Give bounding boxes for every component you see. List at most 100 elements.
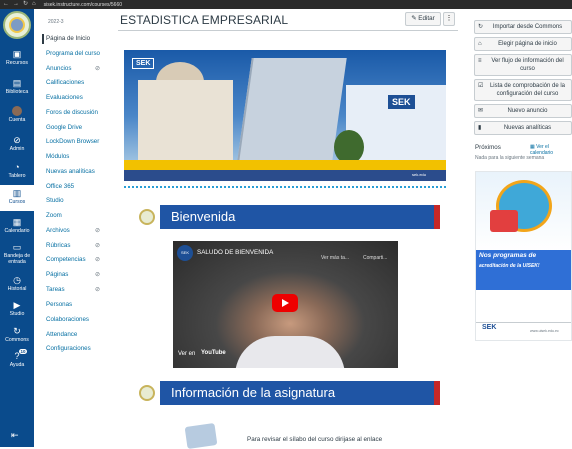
dashboard-icon: ◔	[14, 162, 20, 172]
course-stream-button[interactable]: ≡ Ver flujo de información del curso	[474, 54, 572, 76]
course-nav-collaborations[interactable]: Colaboraciones	[46, 315, 108, 325]
course-nav-analytics[interactable]: Nuevas analíticas	[46, 167, 108, 177]
courses-icon: ▥	[12, 188, 22, 198]
course-nav-rubrics[interactable]: Rúbricas ⊘	[46, 241, 108, 251]
welcome-video[interactable]: SEK SALUDO DE BIENVENIDA Ver más ta... C…	[173, 241, 398, 368]
button-label: Elegir página de inicio	[498, 41, 557, 47]
global-nav-label: Historial	[7, 286, 27, 292]
history-icon: ◷	[13, 275, 21, 285]
header-divider	[118, 30, 458, 31]
global-nav-label: Studio	[9, 311, 25, 317]
section-title: Bienvenida	[171, 209, 236, 224]
admin-icon: ⊘	[13, 135, 21, 145]
hidden-icon: ⊘	[94, 243, 100, 249]
global-nav-calendar[interactable]: ▦ Calendario	[0, 217, 34, 234]
new-announcement-button[interactable]: ✉ Nuevo anuncio	[474, 104, 572, 118]
course-nav-studio[interactable]: Studio	[46, 196, 108, 206]
hidden-icon: ⊘	[94, 257, 100, 263]
more-options-button[interactable]: ⋮	[443, 12, 455, 26]
global-nav-label: Admin	[9, 146, 25, 152]
channel-logo[interactable]: SEK	[177, 245, 193, 261]
global-nav-label: Biblioteca	[5, 89, 29, 95]
hidden-icon: ⊘	[94, 287, 100, 293]
course-nav-lockdown[interactable]: LockDown Browser	[46, 137, 108, 147]
youtube-logo[interactable]: YouTube	[201, 350, 226, 356]
course-nav-assignments[interactable]: Tareas ⊘	[46, 285, 108, 295]
collapse-nav-icon[interactable]: ⇤	[11, 430, 19, 441]
institution-logo[interactable]	[3, 11, 31, 39]
global-nav-inbox[interactable]: ▭ Bandeja de entrada	[0, 242, 34, 265]
calendar-icon: ▦	[12, 217, 22, 227]
button-label: Lista de comprobación de la configuració…	[489, 83, 566, 97]
global-nav-library[interactable]: ▤ Biblioteca	[0, 78, 34, 95]
watch-later-button[interactable]: Ver más ta...	[321, 255, 349, 261]
play-button-icon[interactable]	[272, 294, 298, 312]
course-nav-zoom[interactable]: Zoom	[46, 211, 108, 221]
global-nav-label: Recursos	[6, 60, 28, 66]
suitcase-icon	[490, 210, 518, 232]
commons-icon: ↻	[478, 24, 484, 30]
course-nav-discussions[interactable]: Foros de discusión	[46, 108, 108, 118]
course-nav-outcomes[interactable]: Competencias ⊘	[46, 255, 108, 265]
edit-button[interactable]: ✎ Editar	[405, 12, 441, 26]
course-navigation: 2022-3 Página de Inicio Programa del cur…	[40, 9, 110, 447]
course-nav-home[interactable]: Página de Inicio	[42, 34, 104, 44]
video-title[interactable]: SALUDO DE BIENVENIDA	[197, 249, 273, 256]
global-nav-commons[interactable]: ↻ Commons	[0, 326, 34, 343]
course-nav-files[interactable]: Archivos ⊘	[46, 226, 108, 236]
course-nav-attendance[interactable]: Attendance	[46, 330, 108, 340]
button-label: Importar desde Commons	[492, 24, 563, 30]
hidden-icon: ⊘	[94, 228, 100, 234]
global-nav-admin[interactable]: ⊘ Admin	[0, 135, 34, 152]
library-icon: ▤	[12, 78, 22, 88]
promo-brand: SEK	[482, 324, 497, 331]
global-nav-history[interactable]: ◷ Historial	[0, 275, 34, 292]
course-nav-pages[interactable]: Páginas ⊘	[46, 270, 108, 280]
course-nav-office365[interactable]: Office 365	[46, 182, 108, 192]
global-nav-label: Tablero	[8, 173, 26, 179]
global-nav-resources[interactable]: ▣ Recursos	[0, 49, 34, 66]
hidden-icon: ⊘	[94, 66, 100, 72]
home-icon[interactable]: ⌂	[32, 0, 36, 9]
reload-icon[interactable]: ↻	[23, 0, 28, 9]
course-nav-google-drive[interactable]: Google Drive	[46, 123, 108, 133]
edit-label: Editar	[418, 15, 435, 22]
course-nav-grades[interactable]: Calificaciones	[46, 78, 108, 88]
upcoming-heading: Próximos	[475, 144, 501, 151]
course-nav-settings[interactable]: Configuraciones	[46, 344, 108, 354]
course-nav-label: Páginas	[46, 271, 69, 278]
course-nav-modules[interactable]: Módulos	[46, 152, 108, 162]
global-nav-courses[interactable]: ▥ Cursos	[0, 185, 34, 211]
banner-logo: SEK	[132, 58, 155, 69]
forward-icon[interactable]: →	[13, 0, 19, 9]
course-nav-label: Archivos	[46, 227, 70, 234]
course-nav-announcements[interactable]: Anuncios ⊘	[46, 64, 108, 74]
share-button[interactable]: Comparti...	[363, 255, 387, 261]
course-nav-syllabus[interactable]: Programa del curso	[46, 49, 108, 59]
choose-home-page-button[interactable]: ⌂ Elegir página de inicio	[474, 37, 572, 51]
new-analytics-button[interactable]: ▮ Nuevas analíticas	[474, 121, 572, 135]
global-nav-help[interactable]: ? 10 Ayuda	[0, 349, 34, 368]
watch-on-label: Ver en	[178, 351, 196, 357]
setup-checklist-button[interactable]: ☑ Lista de comprobación de la configuraci…	[474, 79, 572, 101]
global-nav-account[interactable]: Cuenta	[0, 106, 34, 123]
dotted-divider	[124, 186, 446, 188]
inbox-icon: ▭	[12, 242, 22, 252]
back-icon[interactable]: ←	[3, 0, 9, 9]
course-nav-label: Tareas	[46, 286, 65, 293]
resources-icon: ▣	[12, 49, 22, 59]
global-nav-studio[interactable]: ▶ Studio	[0, 300, 34, 317]
term-label: 2022-3	[48, 19, 64, 25]
global-navigation: ▣ Recursos ▤ Biblioteca Cuenta ⊘ Admin ◔…	[0, 9, 34, 447]
promo-banner[interactable]: Nos programas de acreditación de la UISE…	[475, 171, 572, 341]
banner-credit: sek.edu	[412, 172, 427, 177]
announcement-icon: ✉	[478, 108, 484, 114]
emblem-icon	[134, 381, 160, 405]
course-nav-quizzes[interactable]: Evaluaciones	[46, 93, 108, 103]
global-nav-dashboard[interactable]: ◔ Tablero	[0, 162, 34, 179]
syllabus-image	[184, 423, 218, 449]
course-nav-people[interactable]: Personas	[46, 300, 108, 310]
course-nav-label: Anuncios	[46, 65, 72, 72]
address-bar[interactable]: sisek.instructure.com/courses/5660	[44, 2, 122, 8]
import-commons-button[interactable]: ↻ Importar desde Commons	[474, 20, 572, 34]
